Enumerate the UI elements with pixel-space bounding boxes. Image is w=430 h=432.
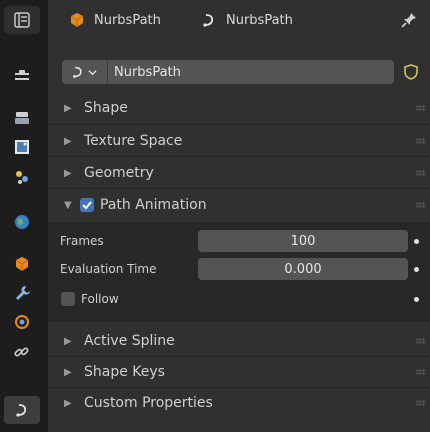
follow-checkbox[interactable] (61, 292, 75, 306)
panel-path-animation[interactable]: ▼ Path Animation (48, 191, 430, 219)
fake-user-button[interactable] (396, 60, 426, 84)
checkmark-icon (82, 201, 92, 210)
properties-tab-sidebar (0, 0, 48, 432)
object-icon (70, 13, 84, 27)
data-name: NurbsPath (226, 12, 293, 28)
panel-label: Shape Keys (84, 364, 165, 380)
panel-texture-space[interactable]: ▶ Texture Space (48, 127, 430, 155)
render-icon (15, 112, 29, 124)
wrench-icon (16, 286, 30, 300)
divider (48, 387, 430, 388)
view-layer-icon (16, 171, 28, 184)
curve-data-icon (203, 14, 214, 27)
panel-custom-properties[interactable]: ▶ Custom Properties (48, 389, 430, 417)
tool-icon (15, 70, 29, 80)
properties-header: NurbsPath NurbsPath (48, 0, 430, 42)
editor-type-button[interactable] (4, 6, 40, 34)
collapse-triangle-icon: ▼ (64, 199, 72, 211)
drag-handle-icon[interactable] (416, 338, 426, 344)
evaluation-time-field[interactable]: 0.000 (198, 258, 408, 280)
tab-view-layer[interactable] (4, 163, 40, 191)
keyframe-dot-icon[interactable] (414, 267, 419, 272)
physics-icon (15, 315, 29, 329)
datablock-selector[interactable]: NurbsPath (62, 60, 394, 84)
panel-shape-keys[interactable]: ▶ Shape Keys (48, 358, 430, 386)
frames-field[interactable]: 100 (198, 230, 408, 252)
panel-label: Shape (84, 100, 128, 116)
expand-triangle-icon: ▶ (64, 335, 72, 347)
follow-label: Follow (81, 292, 119, 306)
pin-button[interactable] (400, 11, 418, 33)
panel-geometry[interactable]: ▶ Geometry (48, 159, 430, 187)
drag-handle-icon[interactable] (416, 400, 426, 406)
keyframe-dot-icon[interactable] (414, 297, 419, 302)
browse-datablock-button[interactable] (62, 64, 112, 80)
tab-constraints[interactable] (4, 338, 40, 366)
panel-shape[interactable]: ▶ Shape (48, 94, 430, 122)
panel-label: Path Animation (100, 197, 207, 213)
tab-render[interactable] (4, 104, 40, 132)
panel-label: Custom Properties (84, 395, 213, 411)
drag-handle-icon[interactable] (416, 170, 426, 176)
datablock-row: NurbsPath (48, 56, 430, 88)
follow-row: Follow (48, 288, 430, 312)
expand-triangle-icon: ▶ (64, 102, 72, 114)
chevron-down-icon (88, 69, 97, 75)
object-context[interactable]: NurbsPath (68, 11, 161, 29)
evaluation-time-row: Evaluation Time 0.000 (48, 258, 430, 282)
expand-triangle-icon: ▶ (64, 167, 72, 179)
object-name: NurbsPath (94, 12, 161, 28)
path-animation-content: Frames 100 Evaluation Time 0.000 Follow (48, 222, 430, 322)
tab-object[interactable] (4, 250, 40, 278)
curve-data-icon (16, 404, 27, 417)
pin-icon (401, 13, 416, 28)
tab-modifiers[interactable] (4, 279, 40, 307)
world-icon (15, 215, 29, 229)
properties-main: NurbsPath NurbsPath NurbsPath ▶ Shape ▶ … (48, 0, 430, 432)
keyframe-dot-icon[interactable] (414, 239, 419, 244)
tab-output[interactable] (4, 133, 40, 161)
frames-row: Frames 100 (48, 230, 430, 254)
evaluation-time-label: Evaluation Time (60, 262, 157, 276)
path-animation-checkbox[interactable] (80, 198, 94, 212)
divider (48, 156, 430, 157)
drag-handle-icon[interactable] (416, 202, 426, 208)
output-icon (15, 140, 29, 154)
editor-type-icon (14, 12, 30, 28)
divider (48, 124, 430, 125)
divider (107, 60, 108, 84)
panel-label: Active Spline (84, 333, 175, 349)
frames-label: Frames (60, 234, 104, 248)
expand-triangle-icon: ▶ (64, 366, 72, 378)
divider (48, 356, 430, 357)
expand-triangle-icon: ▶ (64, 397, 72, 409)
drag-handle-icon[interactable] (416, 105, 426, 111)
datablock-name[interactable]: NurbsPath (114, 65, 181, 80)
shield-icon (404, 64, 418, 80)
tab-world[interactable] (4, 208, 40, 236)
divider (48, 188, 430, 189)
object-icon (15, 257, 29, 271)
constraint-icon (14, 347, 29, 357)
curve-data-icon (73, 66, 82, 78)
tab-curve-data[interactable] (4, 396, 40, 424)
data-context[interactable]: NurbsPath (200, 11, 293, 29)
panel-label: Geometry (84, 165, 154, 181)
panel-label: Texture Space (84, 133, 183, 149)
tab-physics[interactable] (4, 308, 40, 336)
drag-handle-icon[interactable] (416, 369, 426, 375)
panel-active-spline[interactable]: ▶ Active Spline (48, 327, 430, 355)
expand-triangle-icon: ▶ (64, 135, 72, 147)
tab-tool[interactable] (4, 62, 40, 90)
drag-handle-icon[interactable] (416, 138, 426, 144)
